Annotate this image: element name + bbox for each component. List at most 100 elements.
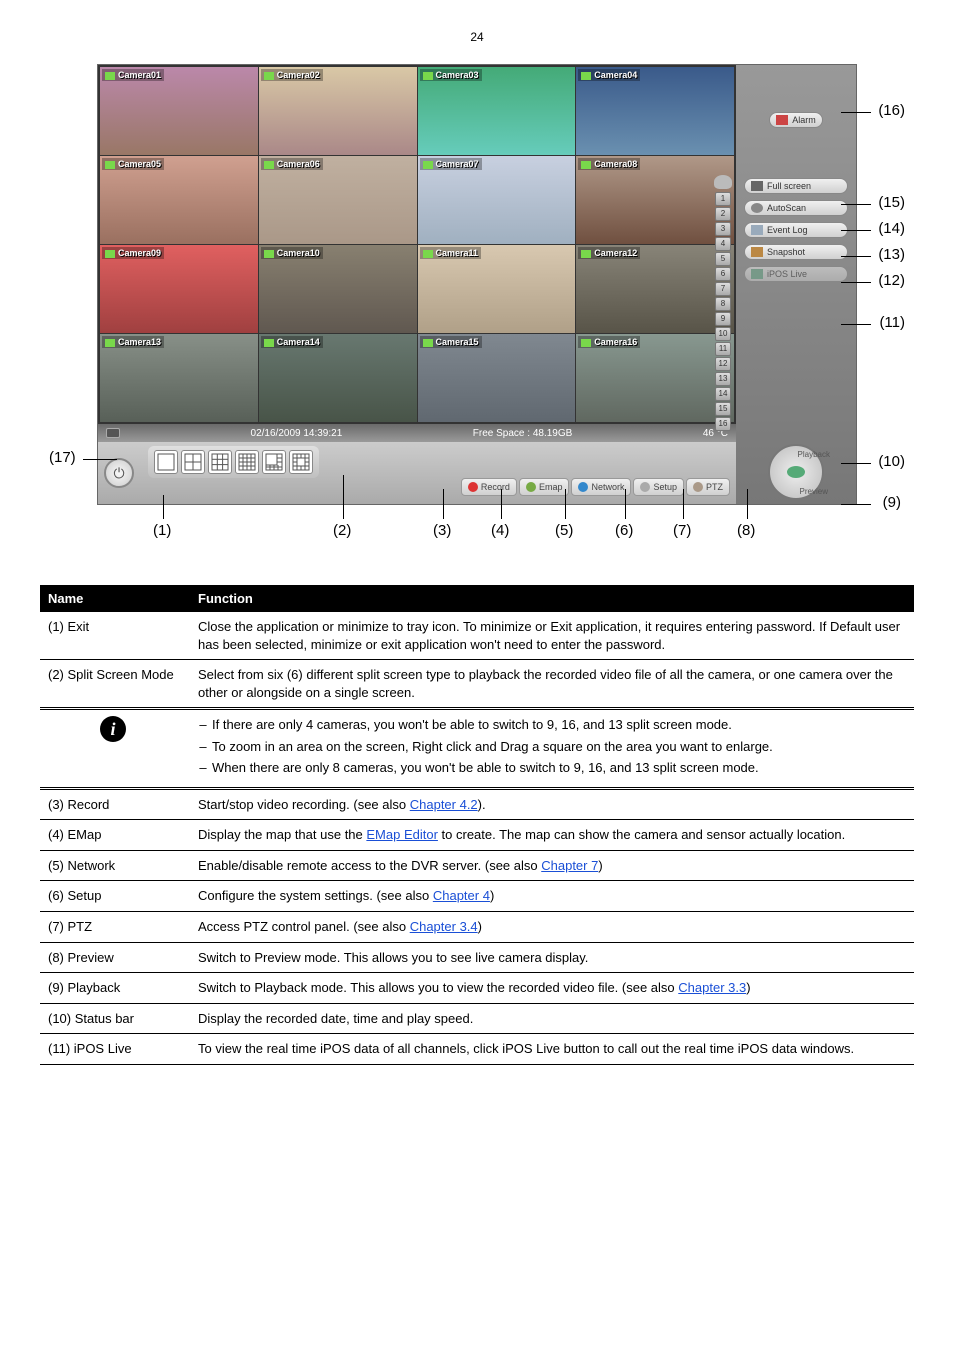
alarm-label: Alarm: [792, 115, 816, 125]
split-13-button[interactable]: [289, 450, 313, 474]
header-function: Function: [190, 585, 914, 612]
preview-playback-dial[interactable]: Playback Preview: [768, 444, 824, 500]
snapshot-label: Snapshot: [767, 247, 805, 257]
snapshot-button[interactable]: Snapshot: [744, 244, 848, 260]
camera-tile[interactable]: Camera12: [576, 245, 734, 333]
split-8-button[interactable]: [262, 450, 286, 474]
table-row: (11) iPOS Live To view the real time iPO…: [40, 1034, 914, 1065]
emap-button[interactable]: Emap: [519, 478, 570, 496]
info-icon: i: [100, 716, 126, 742]
channel-button[interactable]: 3: [715, 222, 731, 236]
cell-name: (6) Setup: [40, 881, 190, 912]
camera-tile[interactable]: Camera15: [418, 334, 576, 422]
camera-tile[interactable]: Camera07: [418, 156, 576, 244]
ptz-button[interactable]: PTZ: [686, 478, 730, 496]
camera-tile[interactable]: Camera08: [576, 156, 734, 244]
camera-tile[interactable]: Camera10: [259, 245, 417, 333]
camera-label: Camera05: [118, 159, 161, 169]
status-temp: 46: [703, 428, 714, 439]
exit-button[interactable]: ⏻: [104, 458, 134, 488]
chapter-link[interactable]: Chapter 3.3: [678, 980, 746, 995]
dial-preview-label: Preview: [800, 487, 828, 496]
info-callout-row: i –If there are only 4 cameras, you won'…: [40, 709, 914, 789]
table-row: (3) Record Start/stop video recording. (…: [40, 788, 914, 820]
camera-tile[interactable]: Camera02: [259, 67, 417, 155]
chapter-link[interactable]: Chapter 4.2: [410, 797, 478, 812]
emap-editor-link[interactable]: EMap Editor: [366, 827, 438, 842]
channel-button[interactable]: 11: [715, 342, 731, 356]
camera-grid: Camera01 Camera02 Camera03 Camera04 Came…: [98, 65, 736, 424]
emap-label: Emap: [539, 482, 563, 492]
alarm-button[interactable]: Alarm: [769, 112, 823, 128]
chapter-link[interactable]: Chapter 7: [541, 858, 598, 873]
eventlog-button[interactable]: Event Log: [744, 222, 848, 238]
cell-func: Display the map that use the EMap Editor…: [190, 820, 914, 851]
header-name: Name: [40, 585, 190, 612]
channel-button[interactable]: 8: [715, 297, 731, 311]
bottom-toolbar: ⏻ Record Emap Network Setup P: [98, 442, 736, 504]
setup-label: Setup: [653, 482, 677, 492]
camera-tile[interactable]: Camera14: [259, 334, 417, 422]
camera-tile[interactable]: Camera13: [100, 334, 258, 422]
record-icon: [468, 482, 478, 492]
fullscreen-button[interactable]: Full screen: [744, 178, 848, 194]
channel-button[interactable]: 6: [715, 267, 731, 281]
channel-button[interactable]: 12: [715, 357, 731, 371]
iposlive-button[interactable]: iPOS Live: [744, 266, 848, 282]
split-1-button[interactable]: [154, 450, 178, 474]
fullscreen-label: Full screen: [767, 181, 811, 191]
channel-button[interactable]: 16: [715, 417, 731, 431]
autoscan-button[interactable]: AutoScan: [744, 200, 848, 216]
camera-icon: [693, 482, 703, 492]
split-9-button[interactable]: [208, 450, 232, 474]
photo-icon: [751, 247, 763, 257]
list-icon: [751, 225, 763, 235]
channel-button[interactable]: 13: [715, 372, 731, 386]
channel-button[interactable]: 1: [715, 192, 731, 206]
camera-tile[interactable]: Camera11: [418, 245, 576, 333]
table-row: (6) Setup Configure the system settings.…: [40, 881, 914, 912]
cell-func: To view the real time iPOS data of all c…: [190, 1034, 914, 1065]
chapter-link[interactable]: Chapter 4: [433, 888, 490, 903]
network-button[interactable]: Network: [571, 478, 631, 496]
split-4-button[interactable]: [181, 450, 205, 474]
channel-button[interactable]: 5: [715, 252, 731, 266]
camera-tile[interactable]: Camera05: [100, 156, 258, 244]
camera-tile[interactable]: Camera16: [576, 334, 734, 422]
channel-button[interactable]: 2: [715, 207, 731, 221]
dvr-screenshot-figure: Camera01 Camera02 Camera03 Camera04 Came…: [97, 64, 857, 505]
camera-tile[interactable]: Camera06: [259, 156, 417, 244]
channel-button[interactable]: 4: [715, 237, 731, 251]
cell-func: Configure the system settings. (see also…: [190, 881, 914, 912]
split-16-button[interactable]: [235, 450, 259, 474]
record-button[interactable]: Record: [461, 478, 517, 496]
cell-func: Switch to Playback mode. This allows you…: [190, 973, 914, 1004]
table-row: (9) Playback Switch to Playback mode. Th…: [40, 973, 914, 1004]
table-row: (7) PTZ Access PTZ control panel. (see a…: [40, 912, 914, 943]
cell-func: Close the application or minimize to tra…: [190, 612, 914, 660]
camera-tile[interactable]: Camera01: [100, 67, 258, 155]
cell-name: (9) Playback: [40, 973, 190, 1004]
channel-button[interactable]: 9: [715, 312, 731, 326]
camera-tile[interactable]: Camera04: [576, 67, 734, 155]
cell-func: Start/stop video recording. (see also Ch…: [190, 788, 914, 820]
channel-button[interactable]: 15: [715, 402, 731, 416]
split-screen-buttons: [148, 446, 319, 478]
network-label: Network: [591, 482, 624, 492]
channel-button[interactable]: 14: [715, 387, 731, 401]
camera-tile[interactable]: Camera09: [100, 245, 258, 333]
camera-tile[interactable]: Camera03: [418, 67, 576, 155]
table-row: (2) Split Screen Mode Select from six (6…: [40, 660, 914, 709]
table-header: Name Function: [40, 585, 914, 612]
chapter-link[interactable]: Chapter 3.4: [410, 919, 478, 934]
wrench-icon: [640, 482, 650, 492]
camera-label: Camera01: [118, 70, 161, 80]
table-row: (8) Preview Switch to Preview mode. This…: [40, 942, 914, 973]
channel-button[interactable]: 7: [715, 282, 731, 296]
bell-icon: [776, 115, 788, 125]
speaker-icon[interactable]: [714, 175, 732, 189]
channel-button[interactable]: 10: [715, 327, 731, 341]
eventlog-label: Event Log: [767, 225, 808, 235]
setup-button[interactable]: Setup: [633, 478, 684, 496]
camera-label: Camera04: [594, 70, 637, 80]
